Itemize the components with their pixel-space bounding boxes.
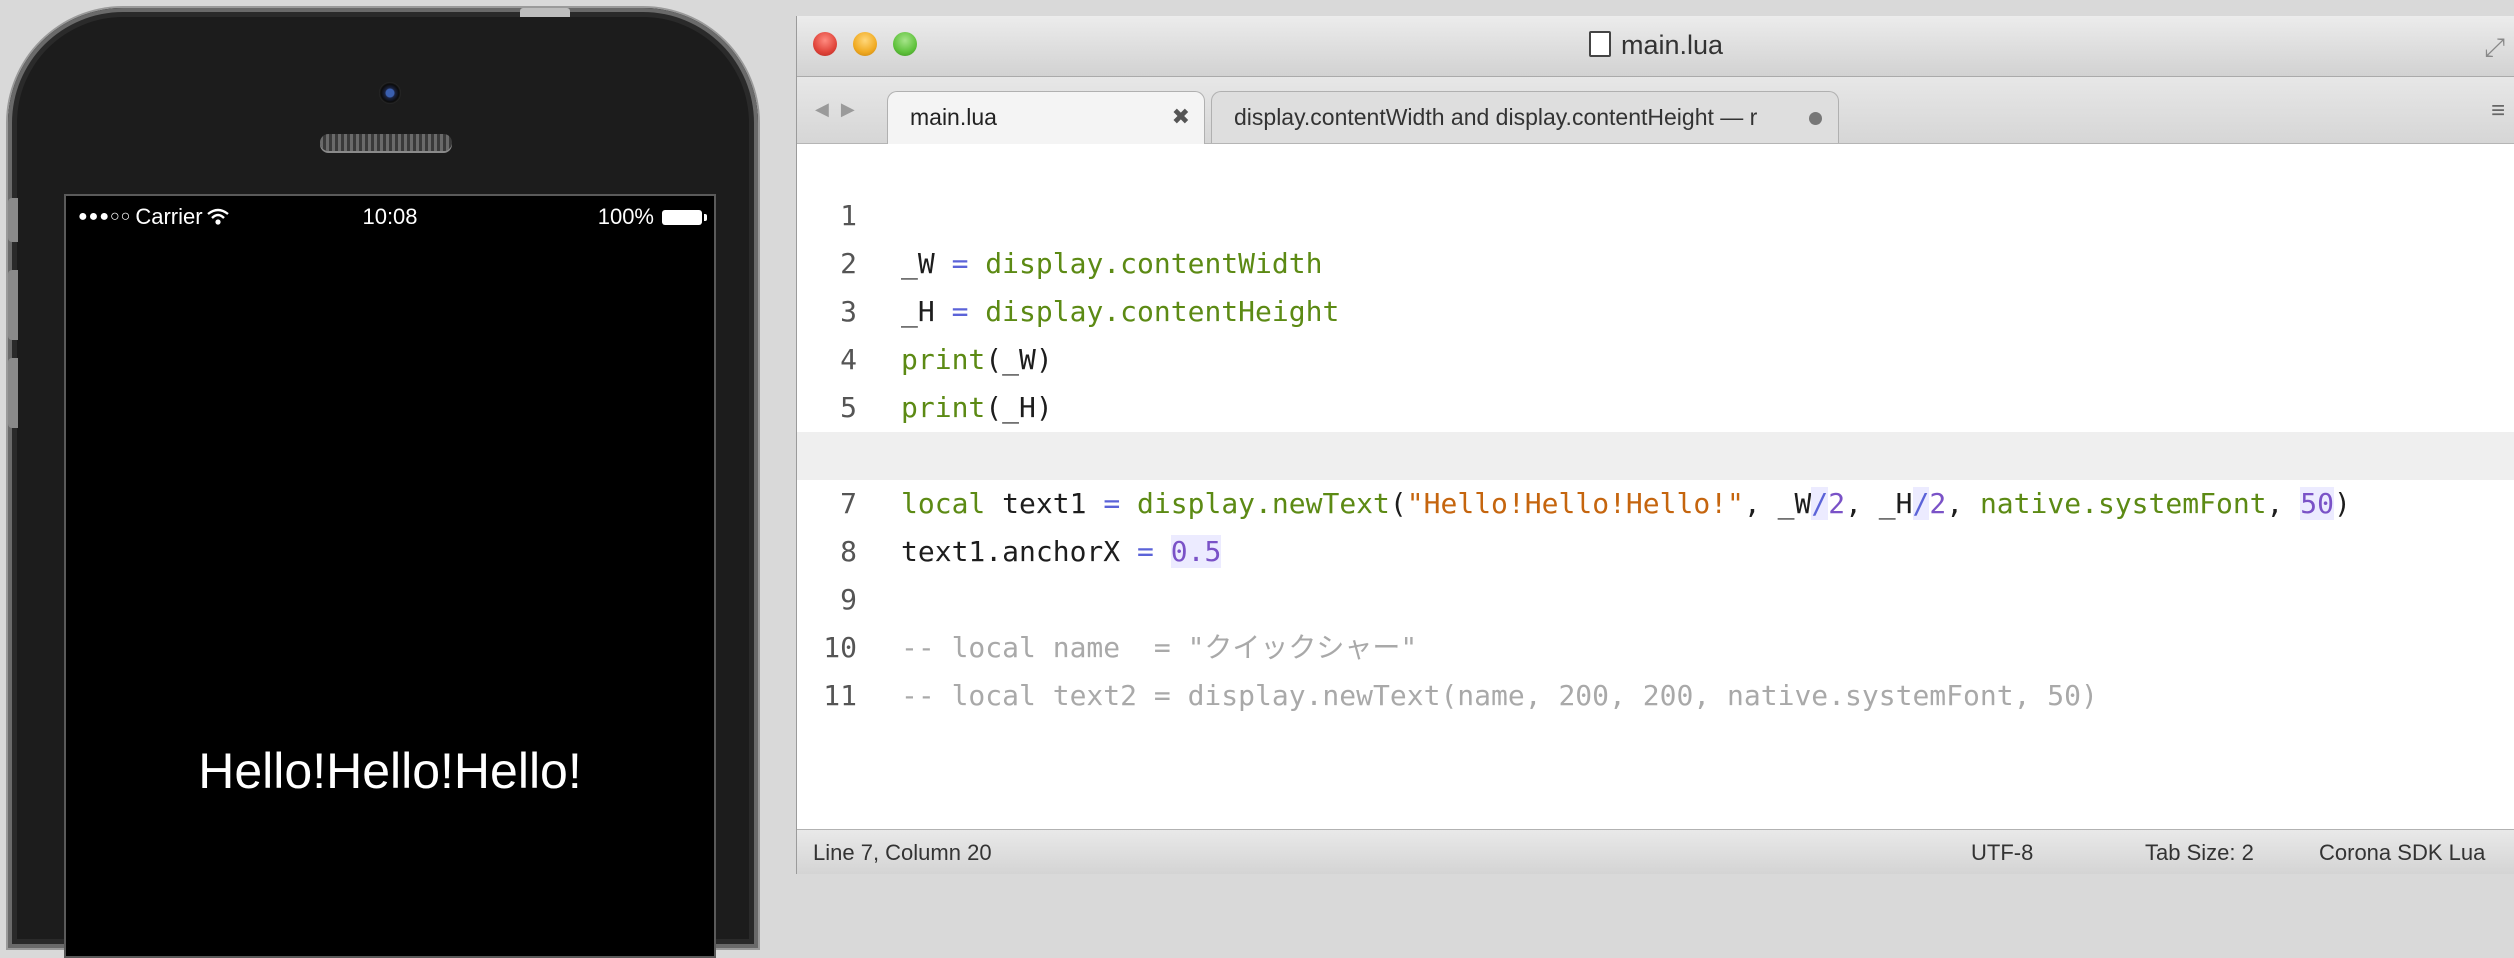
device-simulator: ●●●○○ Carrier 10:08 100% Hello!Hello!Hel… xyxy=(8,8,758,958)
code-line[interactable]: 5 xyxy=(797,336,2514,424)
line-number: 11 xyxy=(823,679,857,712)
code-line[interactable]: 10 -- local text2 = display.newText(name… xyxy=(797,576,2514,712)
tab-main-lua[interactable]: main.lua ✖ xyxy=(887,91,1205,144)
code-text: -- local text2 = display.newText(name, 2… xyxy=(901,679,2098,712)
mute-switch[interactable] xyxy=(8,198,18,242)
code-line[interactable]: 3 print(_W) xyxy=(797,240,2514,376)
syntax-selector[interactable]: Corona SDK Lua xyxy=(2319,840,2485,866)
document-icon xyxy=(1588,31,1611,57)
code-line[interactable]: 9 -- local name = "クイックシャー" xyxy=(797,528,2514,664)
display-text: Hello!Hello!Hello! xyxy=(198,743,582,799)
code-line[interactable]: 2 _H = display.contentHeight xyxy=(797,192,2514,328)
tab-size-selector[interactable]: Tab Size: 2 xyxy=(2145,840,2254,866)
editor-window: main.lua ⤢ ◀▶ main.lua ✖ display.content… xyxy=(796,16,2514,874)
encoding-selector[interactable]: UTF-8 xyxy=(1971,840,2033,866)
ios-status-bar: ●●●○○ Carrier 10:08 100% xyxy=(66,196,714,236)
code-line-current[interactable]: 7 text1.anchorX = 0.5 xyxy=(797,432,2514,568)
cursor-position[interactable]: Line 7, Column 20 xyxy=(813,840,992,866)
volume-up-button[interactable] xyxy=(8,270,18,340)
power-button[interactable] xyxy=(520,8,570,17)
volume-down-button[interactable] xyxy=(8,358,18,428)
tab-documentation[interactable]: display.contentWidth and display.content… xyxy=(1211,91,1839,143)
code-line[interactable]: 8 xyxy=(797,480,2514,568)
code-line[interactable]: 11 xyxy=(797,624,2514,712)
battery-group: 100% xyxy=(597,204,707,230)
close-tab-icon[interactable]: ✖ xyxy=(1172,104,1190,130)
code-line[interactable]: 1 _W = display.contentWidth xyxy=(797,144,2514,280)
window-title-text: main.lua xyxy=(1620,30,1724,60)
code-line[interactable]: 6 local text1 = display.newText("Hello!H… xyxy=(797,384,2514,520)
tab-label: display.contentWidth and display.content… xyxy=(1234,104,1758,130)
camera-icon xyxy=(379,82,401,104)
tab-menu-icon[interactable]: ≡ xyxy=(2491,97,2505,125)
battery-icon xyxy=(662,209,707,225)
tab-nav-arrows-icon[interactable]: ◀▶ xyxy=(815,99,867,120)
tab-label: main.lua xyxy=(910,104,997,130)
fullscreen-icon[interactable]: ⤢ xyxy=(2484,32,2505,64)
speaker-grille xyxy=(320,134,452,151)
status-bar: Line 7, Column 20 UTF-8 Tab Size: 2 Coro… xyxy=(797,829,2514,874)
simulator-screen[interactable]: ●●●○○ Carrier 10:08 100% Hello!Hello!Hel… xyxy=(64,194,716,958)
code-editor[interactable]: 1 _W = display.contentWidth 2 _H = displ… xyxy=(797,144,2514,830)
code-line[interactable]: 4 print(_H) xyxy=(797,288,2514,424)
window-title: main.lua xyxy=(797,30,2514,61)
tab-bar: ◀▶ main.lua ✖ display.contentWidth and d… xyxy=(797,77,2514,144)
unsaved-dot-icon[interactable] xyxy=(1809,112,1822,125)
title-bar[interactable]: main.lua ⤢ xyxy=(797,16,2514,77)
battery-percent: 100% xyxy=(597,204,654,229)
